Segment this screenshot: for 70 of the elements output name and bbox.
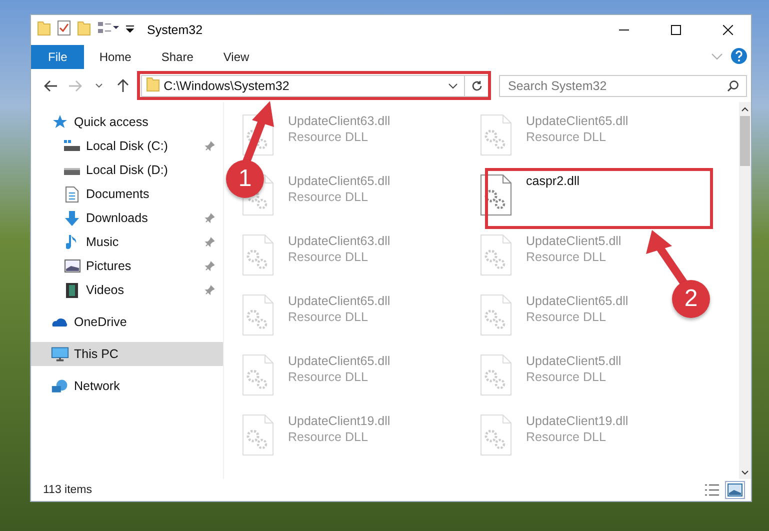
file-type: Resource DLL	[288, 130, 369, 144]
pin-icon[interactable]	[205, 261, 215, 271]
file-type: Resource DLL	[288, 430, 369, 444]
nav-item[interactable]: Quick access	[31, 110, 223, 134]
dll-file-icon	[480, 114, 512, 156]
videos-icon	[63, 282, 81, 298]
pin-icon[interactable]	[205, 141, 215, 151]
up-arrow-icon	[116, 78, 129, 92]
list-icon	[704, 483, 720, 497]
pin-icon[interactable]	[205, 237, 215, 247]
dll-file-icon	[242, 294, 274, 336]
file-type: Resource DLL	[288, 370, 369, 384]
search-field[interactable]: Search System32	[499, 74, 747, 96]
file-type: Resource DLL	[526, 250, 607, 264]
dll-file-icon	[480, 414, 512, 456]
file-type: Resource DLL	[288, 310, 369, 324]
file-type: Resource DLL	[288, 250, 369, 264]
close-icon	[723, 25, 733, 35]
pin-icon[interactable]	[205, 213, 215, 223]
network-icon	[51, 378, 69, 394]
nav-item[interactable]: Documents	[31, 182, 223, 206]
downloads-icon	[63, 210, 81, 226]
dll-file-icon	[480, 174, 512, 216]
dll-file-icon	[480, 294, 512, 336]
dll-file-icon	[242, 414, 274, 456]
sysdrive-icon	[63, 139, 81, 153]
file-type: Resource DLL	[526, 310, 607, 324]
address-field[interactable]: C:\Windows\System32	[140, 74, 489, 96]
file-name[interactable]: caspr2.dll	[526, 174, 580, 188]
file-type: Resource DLL	[288, 190, 369, 204]
picture-icon	[727, 483, 743, 497]
dll-file-icon	[242, 234, 274, 276]
pin-icon[interactable]	[205, 285, 215, 295]
ribbon-tab[interactable]: File	[31, 45, 84, 69]
nav-item[interactable]: Pictures	[31, 254, 223, 278]
computer-icon	[51, 346, 69, 362]
ribbon-tab[interactable]: Home	[84, 45, 146, 69]
search-icon[interactable]	[727, 80, 739, 92]
nav-item[interactable]: Videos	[31, 278, 223, 302]
item-count: 113 items	[43, 484, 94, 496]
nav-item[interactable]: Network	[31, 374, 223, 398]
details-view-button[interactable]	[703, 482, 721, 498]
nav-item[interactable]: Downloads	[31, 206, 223, 230]
caret-icon	[94, 82, 103, 88]
refresh-icon	[470, 80, 482, 92]
file-type: Resource DLL	[526, 430, 607, 444]
large-icons-view-button[interactable]	[725, 481, 745, 499]
window-title: System32	[147, 23, 204, 37]
ribbon-tab[interactable]: Share	[146, 45, 208, 69]
nav-item[interactable]: This PC	[31, 342, 223, 366]
forward-arrow-icon	[68, 80, 82, 92]
documents-icon	[63, 186, 81, 202]
dll-file-icon	[480, 354, 512, 396]
help-icon[interactable]	[731, 48, 747, 66]
favorites-icon	[51, 114, 69, 130]
dll-file-icon	[480, 234, 512, 276]
file-type: Resource DLL	[526, 370, 607, 384]
cloud-icon	[51, 316, 69, 328]
scrollbar-thumb[interactable]	[740, 116, 750, 166]
address-path: C:\Windows\System32	[164, 78, 290, 92]
nav-item[interactable]: Local Disk (C:)	[31, 134, 223, 158]
ribbon-tab[interactable]: View	[208, 45, 264, 69]
pictures-icon	[63, 259, 81, 273]
nav-item[interactable]: Local Disk (D:)	[31, 158, 223, 182]
nav-item[interactable]: Music	[31, 230, 223, 254]
maximize-icon	[671, 25, 681, 35]
nav-item[interactable]: OneDrive	[31, 310, 223, 334]
back-arrow-icon	[44, 80, 58, 92]
dll-file-icon	[242, 354, 274, 396]
file-type: Resource DLL	[526, 130, 607, 144]
